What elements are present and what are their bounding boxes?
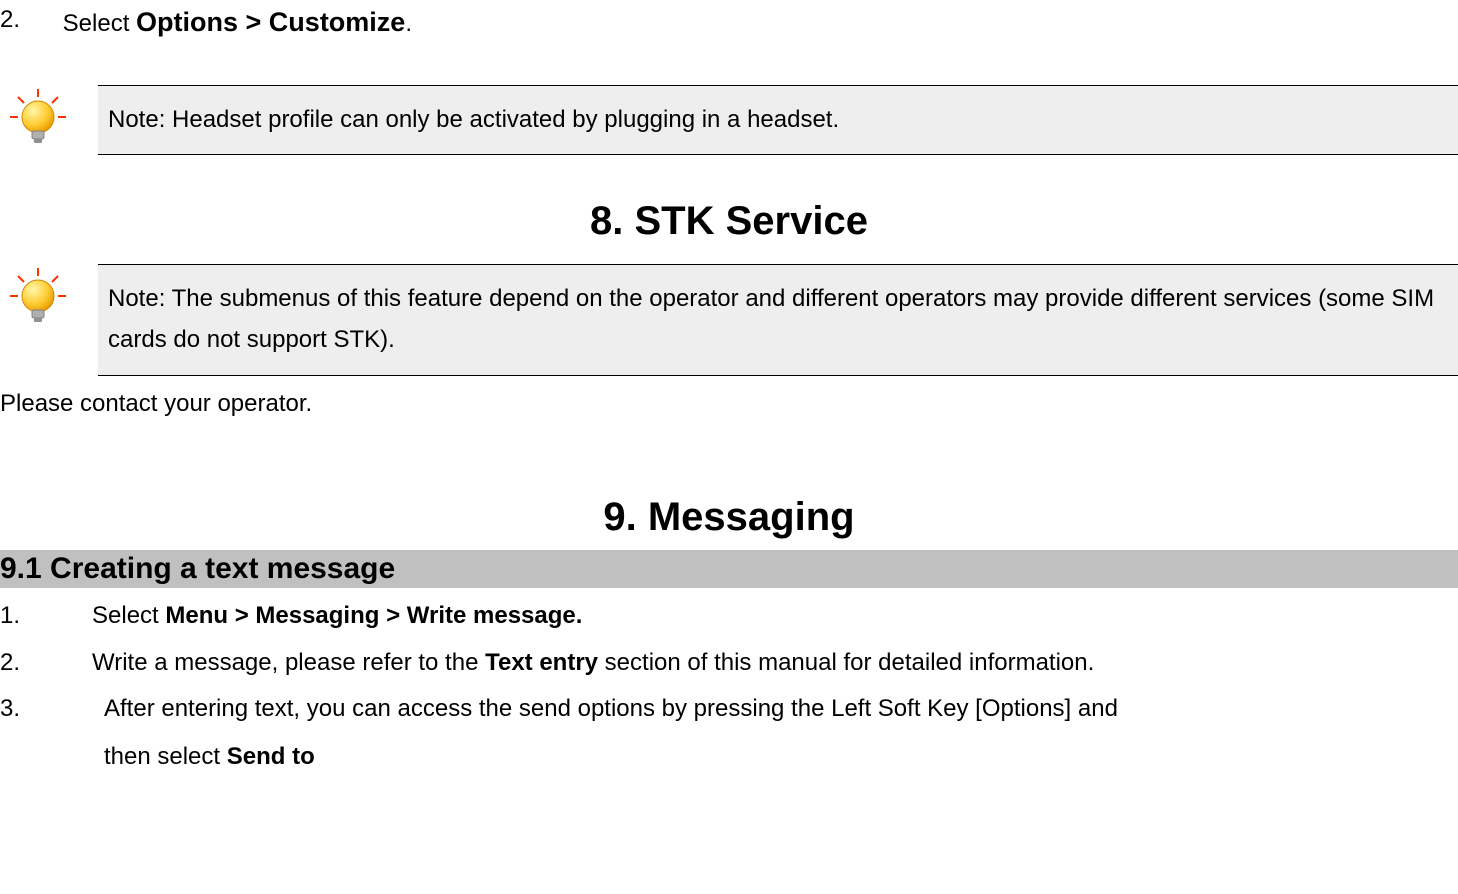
step-body: Select Menu > Messaging > Write message. xyxy=(80,596,1458,637)
text-run: Select xyxy=(92,602,165,629)
text-run: After entering text, you can access the … xyxy=(104,695,1118,722)
text-run-bold: Menu > Messaging > Write message. xyxy=(165,602,582,629)
text-run-bold: Send to xyxy=(227,743,315,770)
step-2-number: 2. xyxy=(0,0,56,40)
list-item: 3. After entering text, you can access t… xyxy=(0,689,1458,730)
text-run: Write a message, please refer to the xyxy=(92,649,485,676)
step-body: Write a message, please refer to the Tex… xyxy=(80,643,1458,684)
chapter-8-heading: 8. STK Service xyxy=(0,199,1458,244)
chapter-9-heading: 9. Messaging xyxy=(0,495,1458,540)
note-1-icon-cell xyxy=(8,85,98,147)
lightbulb-icon xyxy=(8,87,68,147)
note-2-text: Note: The submenus of this feature depen… xyxy=(98,264,1458,376)
steps-9-1-list: 1. Select Menu > Messaging > Write messa… xyxy=(0,596,1458,730)
step-2-line: 2. Select Options > Customize. xyxy=(0,0,1458,45)
list-item: 1. Select Menu > Messaging > Write messa… xyxy=(0,596,1458,637)
text-run-bold: Text entry xyxy=(485,649,598,676)
list-item: 2. Write a message, please refer to the … xyxy=(0,643,1458,684)
lightbulb-icon xyxy=(8,266,68,326)
step-number: 1. xyxy=(0,596,80,637)
step-2-prefix: Select xyxy=(63,10,136,37)
note-2-row: Note: The submenus of this feature depen… xyxy=(0,264,1458,376)
text-run: then select xyxy=(104,743,227,770)
step-number: 3. xyxy=(0,689,80,730)
step-number: 2. xyxy=(0,643,80,684)
step-3-continuation: then select Send to xyxy=(0,736,1458,778)
section-9-1-heading: 9.1 Creating a text message xyxy=(0,550,1458,588)
step-2-bold: Options > Customize xyxy=(136,7,405,37)
note-2-icon-cell xyxy=(8,264,98,326)
step-body: After entering text, you can access the … xyxy=(80,689,1458,730)
note-1-row: Note: Headset profile can only be activa… xyxy=(0,85,1458,156)
note-1-text: Note: Headset profile can only be activa… xyxy=(98,85,1458,156)
contact-operator-line: Please contact your operator. xyxy=(0,384,1458,425)
text-run: section of this manual for detailed info… xyxy=(598,649,1094,676)
step-2-suffix: . xyxy=(405,10,412,37)
document-page: 2. Select Options > Customize. Note xyxy=(0,0,1458,818)
